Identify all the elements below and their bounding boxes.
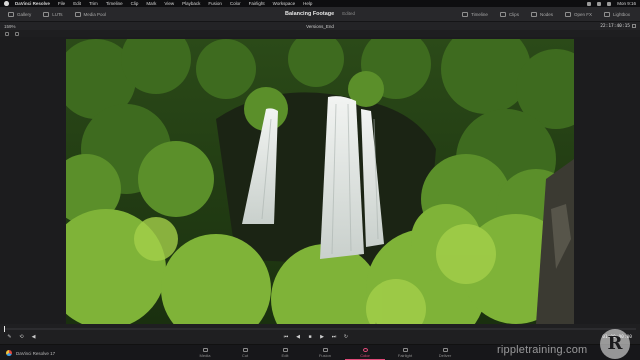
- menu-fairlight[interactable]: Fairlight: [249, 1, 265, 6]
- mac-menu-bar: DaVinci Resolve File Edit Trim Timeline …: [0, 0, 640, 7]
- menu-color[interactable]: Color: [230, 1, 241, 6]
- viewer-header: 159% Versions_End 22:17:40:15: [0, 22, 640, 30]
- page-fusion-label: Fusion: [318, 353, 331, 358]
- menu-edit[interactable]: Edit: [73, 1, 81, 6]
- wifi-icon[interactable]: [587, 1, 592, 6]
- page-fairlight-label: Fairlight: [397, 353, 413, 358]
- luts-button[interactable]: LUTs: [43, 11, 63, 17]
- transport-bar: ✎ ⟲ ◀ ⏮ ◀ ■ ▶ ⏭ ↻ 01:00:00:00: [0, 324, 640, 344]
- luts-label: LUTs: [52, 11, 63, 17]
- timeline-button[interactable]: Timeline: [462, 11, 488, 17]
- nodes-button[interactable]: Nodes: [530, 11, 553, 17]
- page-color-label: Color: [360, 352, 370, 358]
- menu-clip[interactable]: Clip: [131, 1, 139, 6]
- gallery-icon: [8, 11, 14, 17]
- pen-icon[interactable]: ✎: [7, 335, 12, 340]
- waterfall-image: [66, 39, 574, 324]
- menu-workspace[interactable]: Workspace: [273, 1, 295, 6]
- media-pool-label: Media Pool: [83, 11, 107, 17]
- timeline-label: Timeline: [471, 11, 488, 17]
- fusion-page-icon: [322, 348, 328, 352]
- edit-page-icon: [282, 348, 288, 352]
- gallery-button[interactable]: Gallery: [8, 11, 32, 17]
- menu-mark[interactable]: Mark: [146, 1, 156, 6]
- deliver-page-icon: [442, 348, 448, 352]
- page-edit[interactable]: Edit: [265, 346, 305, 360]
- battery-icon[interactable]: [597, 1, 602, 6]
- page-fusion[interactable]: Fusion: [305, 346, 345, 360]
- media-pool-icon: [74, 11, 81, 17]
- lightbox-icon: [603, 11, 610, 17]
- media-page-icon: [202, 348, 208, 352]
- timeline-icon: [462, 11, 469, 17]
- watermark-logo: R: [600, 329, 630, 359]
- nodes-icon: [530, 11, 537, 17]
- viewer-tools: [0, 30, 640, 37]
- lightbox-button[interactable]: Lightbox: [603, 11, 630, 17]
- open-fx-label: Open FX: [573, 11, 592, 17]
- go-to-end-icon[interactable]: ⏭: [331, 334, 337, 340]
- menu-playback[interactable]: Playback: [182, 1, 200, 6]
- apple-icon[interactable]: [4, 1, 9, 6]
- app-menu[interactable]: DaVinci Resolve: [15, 1, 50, 6]
- page-media-label: Media: [199, 353, 211, 358]
- brand: DaVinci Resolve 17: [6, 350, 55, 356]
- davinci-logo-icon: [6, 350, 12, 356]
- menu-timeline[interactable]: Timeline: [106, 1, 123, 6]
- page-deliver-label: Deliver: [438, 353, 452, 358]
- play-icon[interactable]: ▶: [319, 334, 325, 340]
- playback-controls: ⏮ ◀ ■ ▶ ⏭ ↻: [283, 334, 349, 340]
- media-pool-button[interactable]: Media Pool: [74, 11, 107, 17]
- menu-view[interactable]: View: [164, 1, 174, 6]
- source-timecode: 22:17:40:15: [600, 23, 630, 29]
- top-toolbar: Gallery LUTs Media Pool Balancing Footag…: [0, 7, 640, 22]
- menu-file[interactable]: File: [58, 1, 65, 6]
- brand-label: DaVinci Resolve 17: [16, 350, 56, 356]
- viewer-options-icon[interactable]: [632, 24, 636, 28]
- page-cut[interactable]: Cut: [225, 346, 265, 360]
- page-color[interactable]: Color: [345, 346, 385, 360]
- wipe-icon[interactable]: [15, 31, 19, 36]
- gallery-label: Gallery: [17, 11, 32, 17]
- stop-icon[interactable]: ■: [307, 334, 313, 340]
- loop-icon[interactable]: ⟲: [19, 335, 24, 340]
- cut-page-icon: [242, 348, 248, 352]
- scrubber-track[interactable]: [4, 328, 636, 330]
- lightbox-label: Lightbox: [612, 11, 630, 17]
- menu-help[interactable]: Help: [303, 1, 312, 6]
- fairlight-page-icon: [402, 348, 408, 352]
- page-edit-label: Edit: [281, 353, 289, 358]
- loop-playback-icon[interactable]: ↻: [343, 334, 349, 340]
- page-media[interactable]: Media: [185, 346, 225, 360]
- color-page-icon: [362, 347, 368, 352]
- menu-fusion[interactable]: Fusion: [208, 1, 222, 6]
- audio-icon[interactable]: ◀: [31, 335, 36, 340]
- watermark-text: rippletraining.com: [497, 344, 588, 356]
- version-selector[interactable]: Versions_End: [0, 24, 640, 29]
- nodes-label: Nodes: [539, 11, 553, 17]
- project-title: Balancing Footage: [285, 11, 335, 17]
- viewer-mode-icon[interactable]: [5, 31, 9, 36]
- clips-label: Clips: [508, 11, 519, 17]
- clock[interactable]: Mon 9:16: [617, 1, 636, 6]
- page-deliver[interactable]: Deliver: [425, 346, 465, 360]
- page-cut-label: Cut: [241, 353, 249, 358]
- play-reverse-icon[interactable]: ◀: [295, 334, 301, 340]
- video-frame[interactable]: [66, 39, 574, 324]
- page-fairlight[interactable]: Fairlight: [385, 346, 425, 360]
- clips-icon: [499, 11, 506, 17]
- clips-button[interactable]: Clips: [499, 11, 519, 17]
- search-icon[interactable]: [607, 1, 612, 6]
- playhead[interactable]: [4, 326, 5, 332]
- go-to-start-icon[interactable]: ⏮: [283, 334, 289, 340]
- viewer: [0, 37, 640, 324]
- system-tray: Mon 9:16: [587, 1, 636, 6]
- edited-status: Edited: [342, 11, 355, 16]
- menu-trim[interactable]: Trim: [89, 1, 98, 6]
- luts-icon: [43, 11, 50, 17]
- open-fx-icon: [564, 11, 571, 17]
- open-fx-button[interactable]: Open FX: [564, 11, 592, 17]
